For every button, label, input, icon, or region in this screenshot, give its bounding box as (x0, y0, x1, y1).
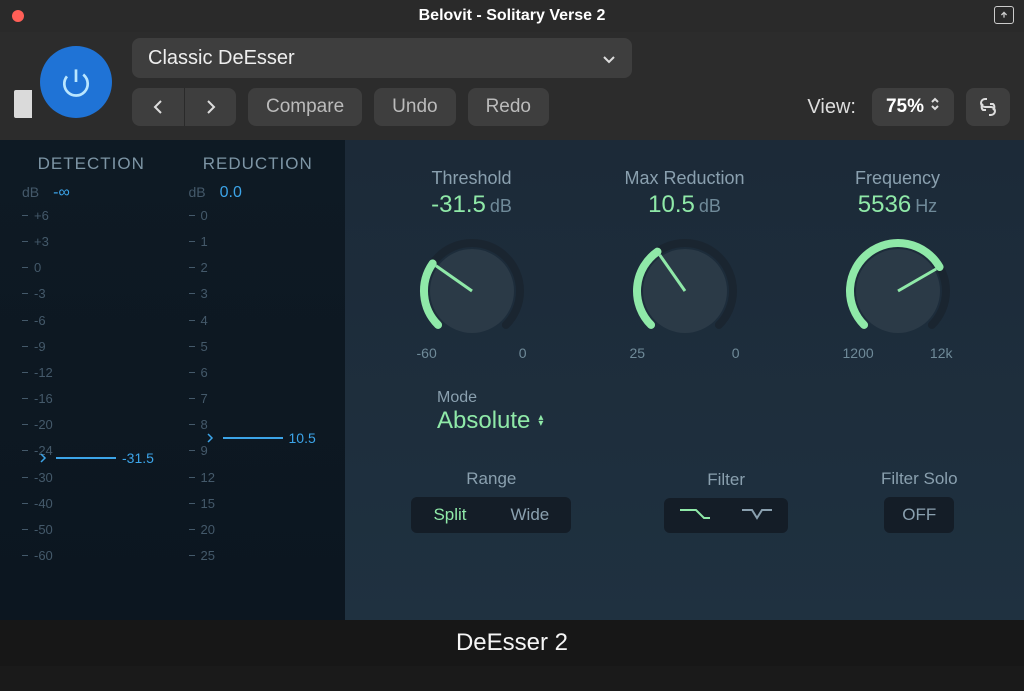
filter-solo-label: Filter Solo (881, 469, 958, 489)
reduction-title: REDUCTION (181, 154, 336, 174)
filter-notch-button[interactable] (726, 498, 788, 533)
filter-shelf-button[interactable] (664, 498, 726, 533)
undo-button[interactable]: Undo (374, 88, 455, 126)
range-group: Range Split Wide (411, 469, 571, 533)
threshold-knob-label: Threshold (372, 168, 572, 189)
preset-name: Classic DeEsser (148, 47, 295, 70)
view-zoom-stepper[interactable]: 75% (872, 88, 954, 126)
frequency-knob[interactable]: Frequency 5536Hz 120012k (798, 168, 998, 361)
scale-tick: -60 (22, 548, 53, 563)
threshold-marker[interactable]: -31.5 (40, 450, 154, 466)
threshold-knob[interactable]: Threshold -31.5dB -600 (372, 168, 572, 361)
threshold-marker[interactable]: 10.5 (207, 430, 316, 446)
detection-meter: DETECTION dB -∞ +6+30-3-6-9-12-16-20-24-… (14, 154, 169, 610)
max-reduction-knob-value: 10.5dB (585, 191, 785, 219)
scale-tick: -9 (22, 339, 46, 354)
detection-title: DETECTION (14, 154, 169, 174)
compare-button[interactable]: Compare (248, 88, 362, 126)
max-reduction-knob-dial[interactable] (615, 229, 755, 339)
filter-label: Filter (664, 470, 788, 490)
view-zoom-value: 75% (886, 96, 924, 118)
plugin-body: DETECTION dB -∞ +6+30-3-6-9-12-16-20-24-… (0, 140, 1024, 620)
threshold-knob-value: -31.5dB (372, 191, 572, 219)
mode-value: Absolute (437, 407, 530, 435)
mode-selector[interactable]: Mode Absolute ▴▾ (437, 389, 1004, 435)
max-reduction-knob-range: 250 (630, 345, 740, 361)
mode-label: Mode (437, 389, 1004, 407)
detection-value: -∞ (53, 184, 70, 202)
scale-tick: 12 (189, 470, 215, 485)
scale-tick: -12 (22, 365, 53, 380)
plugin-toolbar: Classic DeEsser Compare Undo Redo View: … (0, 32, 1024, 140)
scale-tick: -30 (22, 470, 53, 485)
preset-select[interactable]: Classic DeEsser (132, 38, 632, 78)
scale-tick: 7 (189, 391, 208, 406)
scale-tick: 15 (189, 496, 215, 511)
range-wide-button[interactable]: Wide (489, 497, 572, 533)
scale-tick: 6 (189, 365, 208, 380)
scale-tick: -6 (22, 313, 46, 328)
controls-panel: Threshold -31.5dB -600 Max Reduction 10.… (345, 140, 1024, 620)
scale-tick: -3 (22, 286, 46, 301)
filter-solo-group: Filter Solo OFF (881, 469, 958, 533)
scale-tick: 8 (189, 417, 208, 432)
scale-tick: -50 (22, 522, 53, 537)
scale-tick: 2 (189, 260, 208, 275)
range-label: Range (411, 469, 571, 489)
scale-tick: 0 (189, 208, 208, 223)
power-button[interactable] (40, 46, 112, 118)
meters-panel: DETECTION dB -∞ +6+30-3-6-9-12-16-20-24-… (0, 140, 345, 620)
scale-tick: 20 (189, 522, 215, 537)
prev-preset-button[interactable] (132, 88, 184, 126)
redo-button[interactable]: Redo (468, 88, 549, 126)
window-title: Belovit - Solitary Verse 2 (419, 7, 606, 25)
scale-tick: 3 (189, 286, 208, 301)
reduction-meter: REDUCTION dB 0.0 01234567891215202510.5 (181, 154, 336, 610)
scale-tick: 4 (189, 313, 208, 328)
preset-nav-group (132, 88, 236, 126)
sidebar-toggle-button[interactable] (994, 6, 1014, 24)
scale-tick: 5 (189, 339, 208, 354)
chevron-down-icon (602, 47, 616, 70)
scale-tick: 9 (189, 443, 208, 458)
frequency-knob-dial[interactable] (828, 229, 968, 339)
filter-solo-button[interactable]: OFF (884, 497, 954, 533)
stepper-icon (930, 96, 940, 118)
close-window-button[interactable] (12, 10, 24, 22)
scale-tick: 1 (189, 234, 208, 249)
frequency-knob-value: 5536Hz (798, 191, 998, 219)
frequency-knob-range: 120012k (843, 345, 953, 361)
scale-tick: 25 (189, 548, 215, 563)
detection-unit: dB (22, 184, 39, 200)
reduction-unit: dB (189, 184, 206, 200)
max-reduction-knob[interactable]: Max Reduction 10.5dB 250 (585, 168, 785, 361)
detection-scale[interactable]: +6+30-3-6-9-12-16-20-24-30-40-50-60-31.5 (22, 208, 169, 568)
scale-tick: +6 (22, 208, 49, 223)
window-titlebar: Belovit - Solitary Verse 2 (0, 0, 1024, 32)
next-preset-button[interactable] (184, 88, 236, 126)
scale-tick: 0 (22, 260, 41, 275)
scale-tick: -16 (22, 391, 53, 406)
view-label: View: (807, 96, 856, 119)
side-tab[interactable] (14, 90, 32, 118)
link-button[interactable] (966, 88, 1010, 126)
threshold-knob-dial[interactable] (402, 229, 542, 339)
scale-tick: -40 (22, 496, 53, 511)
reduction-value: 0.0 (220, 184, 242, 202)
scale-tick: +3 (22, 234, 49, 249)
plugin-name-footer: DeEsser 2 (0, 620, 1024, 666)
frequency-knob-label: Frequency (798, 168, 998, 189)
scale-tick: -20 (22, 417, 53, 432)
range-split-button[interactable]: Split (411, 497, 488, 533)
reduction-scale[interactable]: 01234567891215202510.5 (189, 208, 336, 568)
threshold-knob-range: -600 (417, 345, 527, 361)
filter-group: Filter (664, 470, 788, 533)
max-reduction-knob-label: Max Reduction (585, 168, 785, 189)
stepper-icon: ▴▾ (538, 415, 543, 427)
